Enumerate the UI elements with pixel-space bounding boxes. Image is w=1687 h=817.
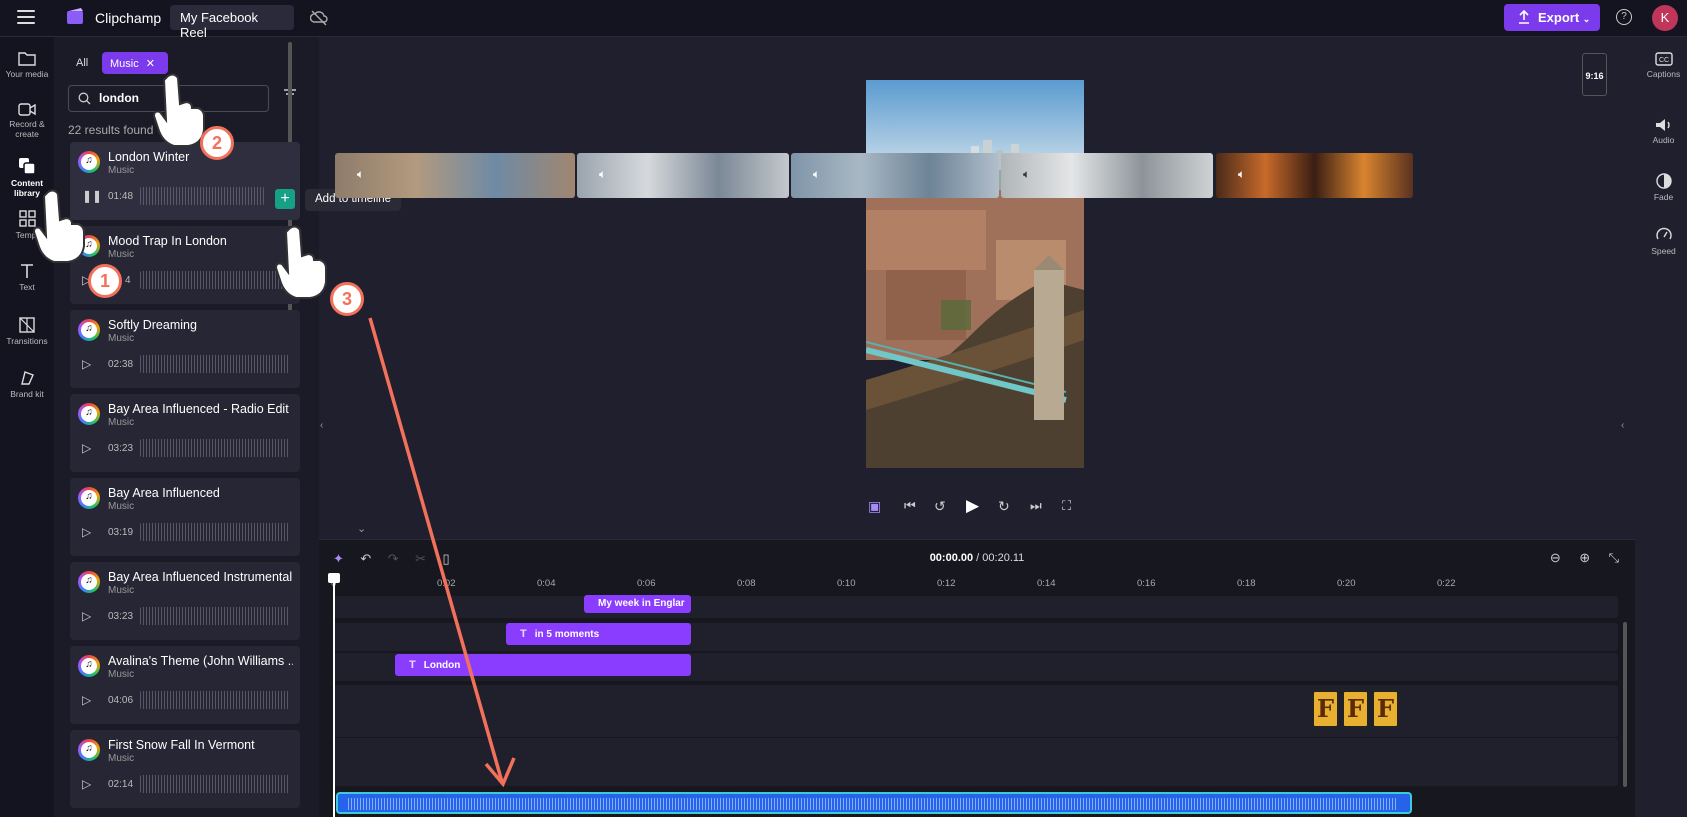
step-badge: 2: [200, 126, 234, 160]
step-badge: 1: [88, 264, 122, 298]
hand-cursor-icon: [32, 189, 85, 263]
hand-cursor-icon: [274, 225, 327, 299]
annotation-arrow: [368, 317, 516, 788]
step-badge: 3: [330, 282, 364, 316]
